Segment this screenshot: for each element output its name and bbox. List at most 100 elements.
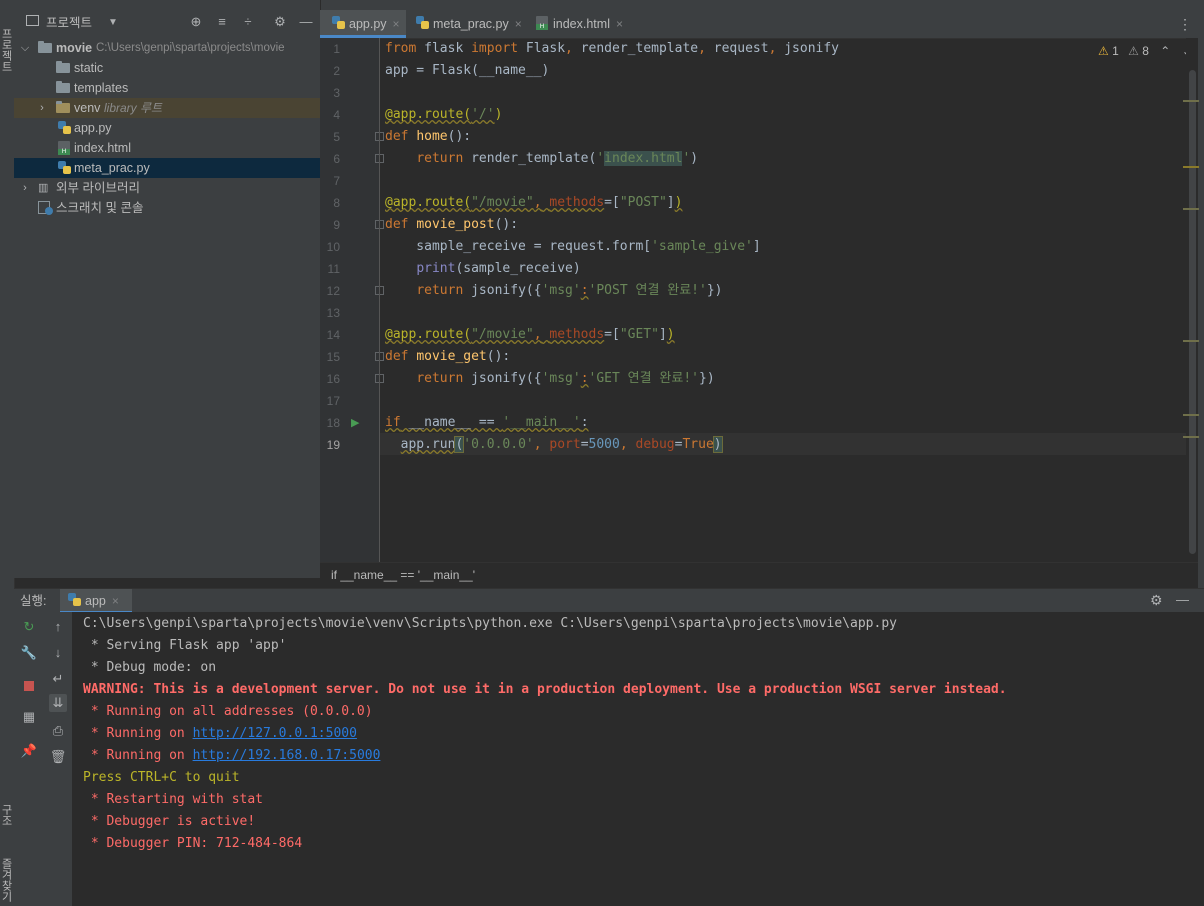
console-warning-line: WARNING: This is a development server. D… — [83, 682, 1007, 697]
minimize-icon[interactable]: — — [298, 14, 314, 30]
tab-meta-prac-py[interactable]: meta_prac.py × — [416, 10, 526, 38]
python-file-icon — [58, 121, 71, 135]
line-number: 7 — [333, 174, 340, 188]
console-line: * Running on http://192.168.0.17:5000 — [83, 745, 381, 767]
tree-item-app-py[interactable]: app.py — [14, 118, 320, 138]
tree-item-label: index.html — [74, 141, 131, 155]
print-icon[interactable]: ⎙ — [49, 722, 67, 740]
chevron-right-icon[interactable]: › — [19, 178, 31, 198]
tab-app-py[interactable]: app.py × — [320, 10, 406, 38]
expand-all-icon[interactable]: ≡ — [214, 14, 230, 30]
code-line: def movie_post(): — [385, 217, 519, 232]
code-line: from flask import Flask, render_template… — [385, 41, 840, 56]
line-number: 8 — [333, 196, 340, 210]
code-line: app.run('0.0.0.0', port=5000, debug=True… — [400, 436, 723, 453]
run-panel-header: 실행: app × ⚙ — — [14, 588, 1204, 613]
tree-item-label: venv — [74, 101, 101, 115]
close-icon[interactable]: × — [515, 17, 522, 31]
inspection-widget[interactable]: ⚠ 1 ⚠ 8 ⌃ ⌄ — [1098, 42, 1192, 60]
tree-item-venv[interactable]: › venv library 루트 — [14, 98, 320, 118]
run-toolbar-secondary: ↑ ↓ ↵ ⇊ ⎙ 🗑 — [43, 612, 73, 906]
locate-file-icon[interactable]: ⊕ — [188, 14, 204, 30]
code-line: @app.route("/movie", methods=["POST"]) — [385, 195, 683, 210]
chevron-up-icon[interactable]: ⌃ — [1160, 44, 1170, 58]
run-tab-app[interactable]: app × — [60, 589, 132, 613]
line-number: 9 — [333, 218, 340, 232]
minimize-icon[interactable]: — — [1176, 592, 1189, 607]
error-stripe-mark[interactable] — [1183, 100, 1199, 102]
run-toolbar-primary: ↻ 🔧 ▦ 📌 — [14, 612, 43, 906]
editor-scrollbar-thumb[interactable] — [1189, 70, 1196, 554]
line-number: 1 — [333, 42, 340, 56]
error-stripe-mark[interactable] — [1183, 414, 1199, 416]
folder-icon — [56, 81, 70, 93]
tree-item-meta-prac-py[interactable]: meta_prac.py — [14, 158, 320, 178]
console-link[interactable]: http://127.0.0.1:5000 — [193, 726, 357, 741]
console-line: * Serving Flask app 'app' — [83, 638, 287, 653]
weak-warning-count: 8 — [1142, 44, 1149, 58]
close-icon[interactable]: × — [393, 17, 400, 31]
layout-icon[interactable]: ▦ — [20, 708, 38, 726]
chevron-right-icon[interactable]: › — [36, 98, 48, 118]
favorites-tool-tab[interactable]: 즐겨찾기 — [0, 855, 14, 905]
structure-tool-tab[interactable]: 구조 — [0, 795, 14, 835]
collapse-all-icon[interactable]: ÷ — [240, 14, 256, 30]
error-stripe-mark[interactable] — [1183, 436, 1199, 438]
error-stripe-mark[interactable] — [1183, 166, 1199, 168]
error-stripe-mark[interactable] — [1183, 208, 1199, 210]
tree-item-movie[interactable]: ⌵ movie C:\Users\genpi\sparta\projects\m… — [14, 38, 320, 58]
code-line: app = Flask(__name__) — [385, 63, 550, 78]
clock-badge-icon — [45, 207, 53, 215]
arrow-down-icon[interactable]: ↓ — [49, 644, 67, 662]
gear-icon[interactable]: ⚙ — [1150, 592, 1163, 609]
run-tab-label: app — [85, 594, 106, 608]
console-link[interactable]: http://192.168.0.17:5000 — [193, 748, 381, 763]
line-number: 4 — [333, 108, 340, 122]
wrench-icon[interactable]: 🔧 — [20, 644, 38, 662]
html-file-icon: H — [58, 141, 70, 155]
tree-item-templates[interactable]: templates — [14, 78, 320, 98]
console-text: * Running on — [83, 748, 193, 763]
project-tool-tab[interactable]: 프로젝트 — [0, 20, 14, 80]
code-line: return render_template('index.html') — [416, 151, 699, 166]
line-number: 17 — [326, 394, 340, 408]
run-console[interactable]: C:\Users\genpi\sparta\projects\movie\ven… — [72, 612, 1204, 906]
folder-icon — [56, 101, 70, 113]
warning-count: 1 — [1112, 44, 1119, 58]
console-line: * Restarting with stat — [83, 792, 264, 807]
code-line: @app.route("/movie", methods=["GET"]) — [385, 327, 675, 342]
weak-warning-icon: ⚠ — [1128, 44, 1139, 58]
tab-index-html[interactable]: Hindex.html × — [536, 10, 636, 38]
error-stripe-mark[interactable] — [1183, 340, 1199, 342]
project-panel-header: 프로젝트 ▼ ⊕ ≡ ÷ ⚙ — — [14, 10, 320, 36]
python-file-icon — [68, 593, 81, 607]
line-number: 5 — [333, 130, 340, 144]
tree-item-external-libraries[interactable]: › ▥ 외부 라이브러리 — [14, 178, 320, 198]
trash-icon[interactable]: 🗑 — [49, 748, 67, 766]
breadcrumb-item[interactable]: if __name__ == '__main__' — [331, 568, 475, 582]
code-line: return jsonify({'msg':'POST 연결 완료!'}) — [416, 283, 723, 298]
scroll-to-end-icon[interactable]: ⇊ — [49, 694, 67, 712]
warning-icon: ⚠ — [1098, 44, 1109, 58]
console-line: * Debugger PIN: 712-484-864 — [83, 836, 303, 851]
pin-icon[interactable]: 📌 — [20, 742, 38, 760]
folder-icon — [38, 41, 52, 53]
close-icon[interactable]: × — [616, 17, 623, 31]
rerun-icon[interactable]: ↻ — [20, 618, 38, 636]
gear-icon[interactable]: ⚙ — [272, 14, 288, 30]
tree-item-index-html[interactable]: H index.html — [14, 138, 320, 158]
chevron-down-icon[interactable]: ⌵ — [19, 38, 31, 58]
editor-gutter: 1 2 3 4 5 6 7 8 9 10 11 12 13 14 15 16 1… — [320, 38, 384, 562]
code-line: return jsonify({'msg':'GET 연결 완료!'}) — [416, 371, 715, 386]
run-gutter-icon[interactable]: ▶ — [351, 416, 359, 429]
project-panel-title: 프로젝트 — [46, 16, 93, 30]
tree-item-scratches[interactable]: 스크래치 및 콘솔 — [14, 198, 320, 218]
arrow-up-icon[interactable]: ↑ — [49, 618, 67, 636]
stop-icon[interactable] — [20, 676, 38, 694]
code-line: sample_receive = request.form['sample_gi… — [385, 239, 761, 254]
view-dropdown-chevron-icon[interactable]: ▼ — [108, 10, 118, 36]
close-icon[interactable]: × — [112, 594, 119, 608]
tree-item-static[interactable]: static — [14, 58, 320, 78]
more-tabs-icon[interactable]: ⋮ — [1178, 16, 1192, 33]
soft-wrap-icon[interactable]: ↵ — [49, 670, 67, 688]
